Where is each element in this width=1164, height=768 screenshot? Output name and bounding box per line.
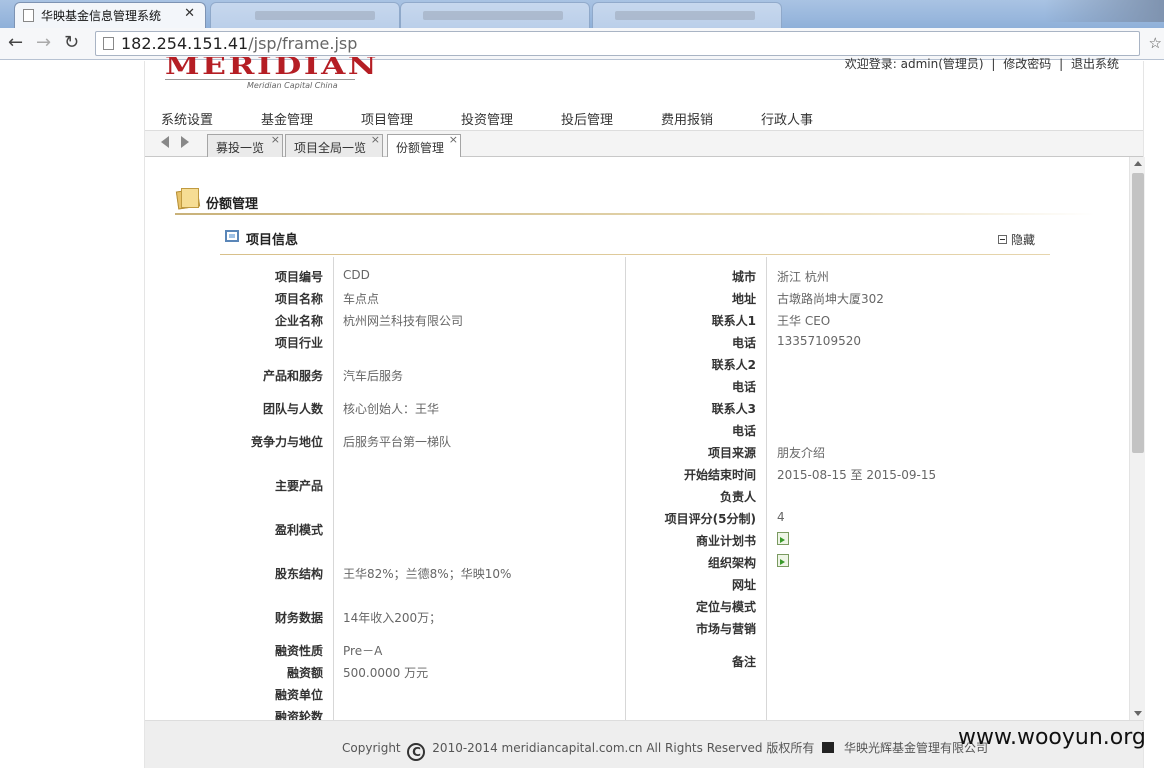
scroll-down-icon[interactable] <box>1134 711 1142 716</box>
nav-item-investment[interactable]: 投资管理 <box>461 109 513 128</box>
nav-item-project[interactable]: 项目管理 <box>361 109 413 128</box>
subsection-title: 项目信息 <box>246 233 299 248</box>
back-icon[interactable]: ← <box>8 32 23 54</box>
collapse-icon <box>998 235 1007 244</box>
folder-icon <box>175 186 201 210</box>
field-label: 定位与模式 <box>695 600 756 614</box>
field-label: 组织架构 <box>707 556 756 570</box>
browser-tab[interactable] <box>592 2 782 28</box>
window-icon <box>225 230 239 242</box>
page-tab-strip: 募投一览 × 项目全局一览 × 份额管理 × <box>145 131 1143 158</box>
hide-toggle[interactable]: 隐藏 <box>998 231 1035 248</box>
main-nav: 系统设置 基金管理 项目管理 投资管理 投后管理 费用报销 行政人事 <box>145 105 1143 131</box>
field-value: 13357109520 <box>777 334 861 348</box>
tab-project-global-overview[interactable]: 项目全局一览 × <box>285 133 383 157</box>
nav-item-fund[interactable]: 基金管理 <box>261 109 313 128</box>
field-label: 城市 <box>731 270 756 284</box>
document-download-icon[interactable] <box>777 532 789 545</box>
field-value: 4 <box>777 510 785 524</box>
document-download-icon[interactable] <box>777 554 789 567</box>
field-label: 网址 <box>731 578 756 592</box>
divider <box>220 254 1050 255</box>
browser-tab[interactable] <box>400 2 590 28</box>
logo: MERIDIAN Meridian Capital China <box>165 57 380 90</box>
url-path: /jsp/frame.jsp <box>248 34 358 53</box>
close-icon[interactable]: × <box>271 133 280 146</box>
logout-link[interactable]: 退出系统 <box>1071 57 1119 71</box>
close-icon[interactable]: × <box>371 133 380 146</box>
field-value: 古墩路尚坤大厦302 <box>777 292 884 306</box>
field-label: 电话 <box>731 380 756 394</box>
field-label: 电话 <box>731 424 756 438</box>
field-label: 项目来源 <box>707 446 756 460</box>
logo-square-icon <box>822 742 835 753</box>
browser-tab-title: 华映基金信息管理系统 <box>41 9 162 23</box>
user-bar: 欢迎登录: admin(管理员) | 修改密码 | 退出系统 <box>844 57 1119 71</box>
welcome-text: 欢迎登录: admin(管理员) <box>844 57 984 71</box>
page-icon <box>23 9 34 22</box>
star-icon[interactable]: ☆ <box>1149 34 1162 52</box>
tab-share-management[interactable]: 份额管理 × <box>387 133 461 158</box>
field-value: 朋友介绍 <box>777 446 826 460</box>
section-title: 份额管理 <box>206 197 259 212</box>
copyright-word: Copyright <box>342 741 401 755</box>
vertical-scrollbar[interactable] <box>1129 157 1145 720</box>
tab-scroll-left-icon[interactable] <box>161 136 169 148</box>
field-label: 负责人 <box>719 490 756 504</box>
watermark: www.wooyun.org <box>958 725 1146 750</box>
reload-icon[interactable]: ↻ <box>64 32 79 54</box>
browser-tabbar: 华映基金信息管理系统 ✕ <box>0 0 1164 28</box>
field-label: 商业计划书 <box>695 534 756 548</box>
field-label: 项目评分(5分制) <box>664 512 756 526</box>
change-password-link[interactable]: 修改密码 <box>1003 57 1051 71</box>
field-label: 融资轮数 <box>274 710 323 720</box>
nav-item-system[interactable]: 系统设置 <box>161 109 213 128</box>
close-icon[interactable]: ✕ <box>184 6 195 21</box>
forward-icon[interactable]: → <box>36 32 51 54</box>
address-bar[interactable]: 182.254.151.41/jsp/frame.jsp <box>95 31 1140 56</box>
browser-tab[interactable] <box>210 2 400 28</box>
close-icon[interactable]: × <box>449 133 458 146</box>
copyright-text: 2010-2014 meridiancapital.com.cn All Rig… <box>432 741 815 755</box>
field-label: 融资单位 <box>274 688 323 702</box>
field-label: 市场与营销 <box>695 622 756 636</box>
nav-item-admin-hr[interactable]: 行政人事 <box>761 109 813 128</box>
field-label: 备注 <box>731 655 756 669</box>
field-label: 联系人3 <box>711 402 756 416</box>
tab-scroll-right-icon[interactable] <box>181 136 189 148</box>
scroll-up-icon[interactable] <box>1134 161 1142 166</box>
field-label: 联系人2 <box>711 358 756 372</box>
field-value: 2015-08-15 至 2015-09-15 <box>777 468 937 482</box>
app-page: MERIDIAN Meridian Capital China 欢迎登录: ad… <box>144 57 1145 768</box>
field-value: 王华 CEO <box>777 314 831 328</box>
url-host: 182.254.151.41 <box>121 34 249 53</box>
field-label: 联系人1 <box>711 314 756 328</box>
field-label: 地址 <box>731 292 756 306</box>
tab-fundraising-overview[interactable]: 募投一览 × <box>207 133 283 157</box>
content-area: 份额管理 项目信息 隐藏 项目编号 CDD 项目名称 车点点 企业名称 杭州网兰科技有… <box>145 157 1129 720</box>
page-icon <box>103 37 114 50</box>
field-label: 电话 <box>731 336 756 350</box>
copyright-icon: C <box>407 743 426 761</box>
field-value: 浙江 杭州 <box>777 270 829 284</box>
divider <box>175 213 1095 215</box>
nav-item-post-investment[interactable]: 投后管理 <box>561 109 613 128</box>
browser-tab-active[interactable]: 华映基金信息管理系统 ✕ <box>14 2 206 28</box>
nav-item-expense[interactable]: 费用报销 <box>661 109 713 128</box>
field-label: 开始结束时间 <box>683 468 756 482</box>
scroll-thumb[interactable] <box>1132 173 1144 453</box>
